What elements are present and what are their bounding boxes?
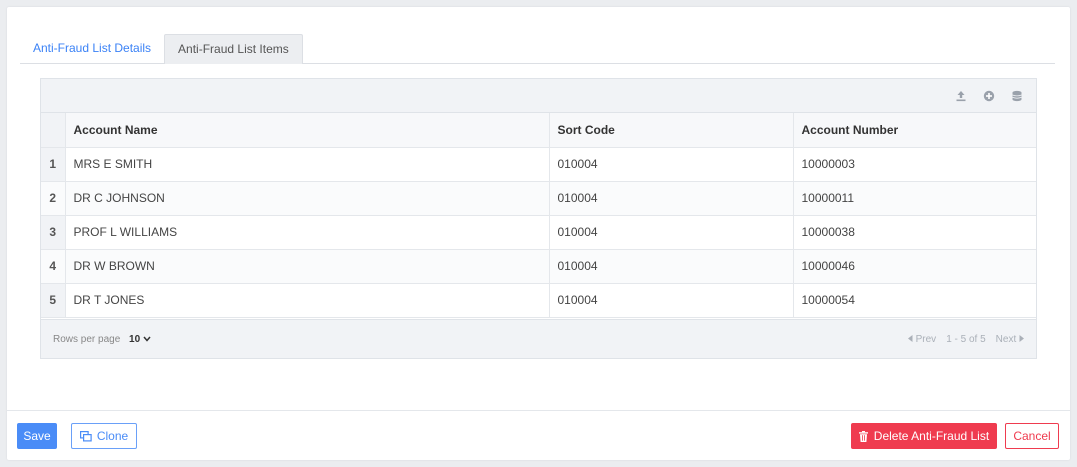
database-icon[interactable] — [1010, 89, 1024, 103]
pagination: Prev 1 - 5 of 5 Next — [907, 333, 1024, 345]
items-grid: Account Name Sort Code Account Number 1 … — [40, 78, 1037, 359]
row-number: 5 — [41, 283, 66, 318]
account-name-cell: MRS E SMITH — [65, 147, 550, 182]
account-name-cell: DR T JONES — [65, 283, 550, 318]
row-number: 1 — [41, 147, 66, 182]
account-name-cell: DR C JOHNSON — [65, 181, 550, 216]
cancel-button[interactable]: Cancel — [1005, 423, 1059, 449]
rows-per-page: Rows per page 10 — [53, 334, 151, 345]
prev-label: Prev — [915, 333, 937, 345]
tab-anti-fraud-list-items[interactable]: Anti-Fraud List Items — [164, 34, 303, 64]
action-bar: Save Clone Delete Anti-Fraud List Cancel — [7, 410, 1070, 460]
table-row[interactable]: 5 DR T JONES 010004 10000054 — [41, 283, 1036, 318]
clone-button[interactable]: Clone — [71, 423, 137, 449]
prev-button[interactable]: Prev — [907, 333, 937, 345]
sort-code-cell: 010004 — [549, 215, 794, 250]
copy-icon — [79, 430, 92, 442]
caret-right-icon — [1019, 334, 1024, 342]
clone-label: Clone — [96, 429, 129, 443]
delete-anti-fraud-list-button[interactable]: Delete Anti-Fraud List — [851, 423, 997, 449]
account-number-header[interactable]: Account Number — [793, 113, 1036, 148]
page-range: 1 - 5 of 5 — [946, 333, 986, 345]
anti-fraud-list-panel: Anti-Fraud List Details Anti-Fraud List … — [7, 7, 1070, 460]
save-button[interactable]: Save — [17, 423, 57, 449]
row-number: 2 — [41, 181, 66, 216]
add-circle-icon[interactable] — [982, 89, 996, 103]
account-name-header[interactable]: Account Name — [65, 113, 550, 148]
account-number-cell: 10000046 — [793, 249, 1036, 284]
next-button[interactable]: Next — [996, 334, 1024, 345]
table-row[interactable]: 1 MRS E SMITH 010004 10000003 — [41, 147, 1036, 182]
trash-icon — [858, 430, 868, 442]
chevron-down-icon — [143, 336, 151, 342]
sort-code-cell: 010004 — [549, 181, 794, 216]
grid-toolbar — [41, 79, 1036, 113]
rows-per-page-label: Rows per page — [53, 333, 121, 345]
row-number: 3 — [41, 215, 66, 250]
account-name-cell: DR W BROWN — [65, 249, 550, 284]
sort-code-cell: 010004 — [549, 249, 794, 284]
table-row[interactable]: 2 DR C JOHNSON 010004 10000011 — [41, 181, 1036, 216]
table-row[interactable]: 3 PROF L WILLIAMS 010004 10000038 — [41, 215, 1036, 250]
sort-code-cell: 010004 — [549, 147, 794, 182]
caret-left-icon — [907, 334, 913, 342]
rows-per-page-value: 10 — [129, 333, 141, 345]
account-number-cell: 10000038 — [793, 215, 1036, 250]
sort-code-header[interactable]: Sort Code — [549, 113, 794, 148]
row-number: 4 — [41, 249, 66, 284]
table-row[interactable]: 4 DR W BROWN 010004 10000046 — [41, 249, 1036, 284]
account-number-cell: 10000003 — [793, 147, 1036, 182]
tab-anti-fraud-list-details[interactable]: Anti-Fraud List Details — [20, 34, 164, 63]
tab-bar: Anti-Fraud List Details Anti-Fraud List … — [20, 29, 1055, 64]
items-table: Account Name Sort Code Account Number 1 … — [41, 113, 1036, 318]
row-number-header — [41, 113, 66, 148]
table-header-row: Account Name Sort Code Account Number — [41, 113, 1036, 148]
account-number-cell: 10000011 — [793, 181, 1036, 216]
account-number-cell: 10000054 — [793, 283, 1036, 318]
sort-code-cell: 010004 — [549, 283, 794, 318]
next-label: Next — [995, 333, 1017, 345]
upload-icon[interactable] — [954, 89, 968, 103]
account-name-cell: PROF L WILLIAMS — [65, 215, 550, 250]
delete-label: Delete Anti-Fraud List — [873, 429, 990, 443]
rows-per-page-select[interactable]: 10 — [129, 334, 151, 345]
grid-footer: Rows per page 10 Prev 1 - 5 of 5 Next — [41, 319, 1036, 358]
